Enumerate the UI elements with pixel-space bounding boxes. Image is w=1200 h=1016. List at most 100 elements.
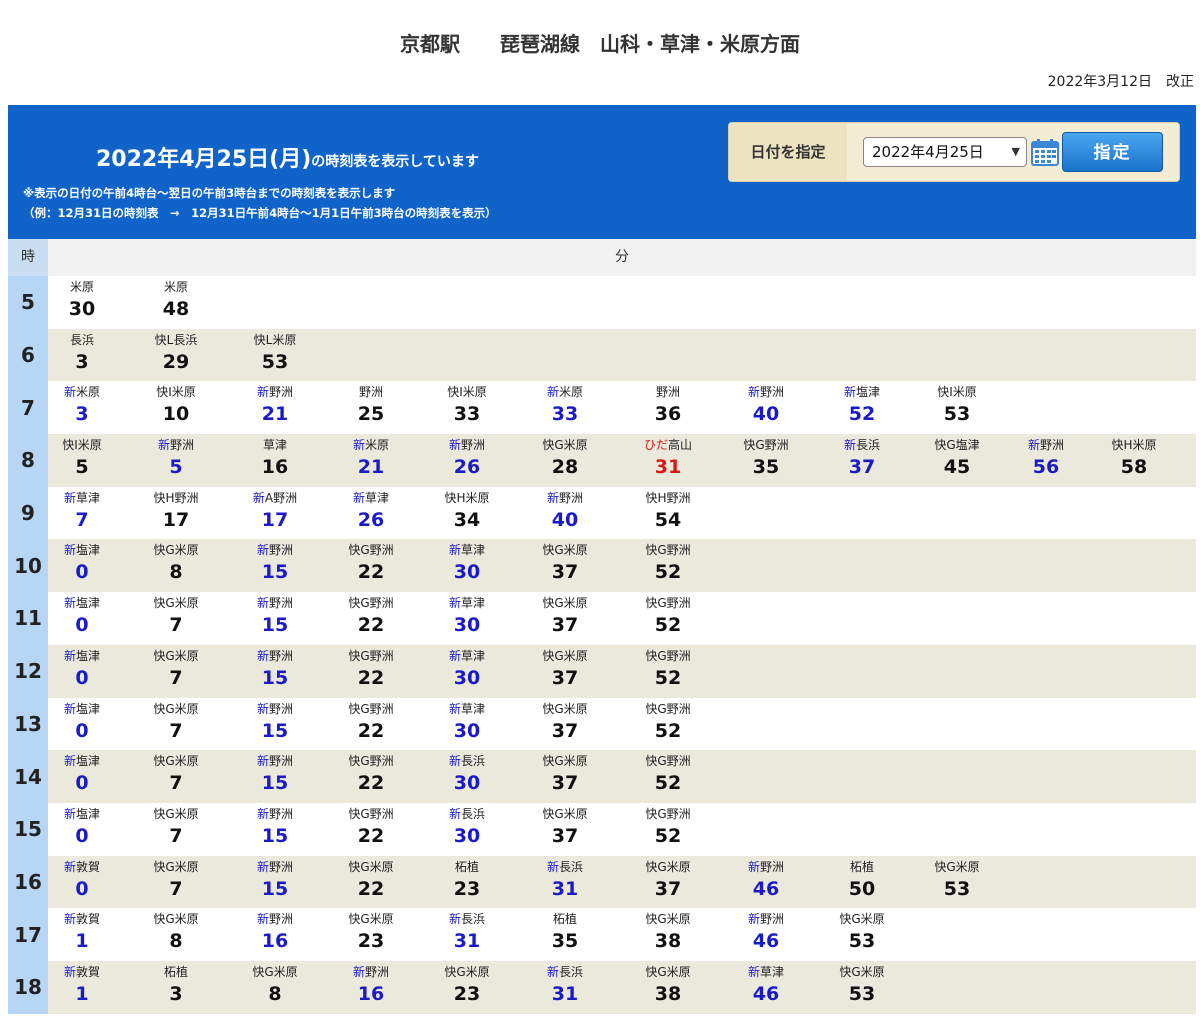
table-row: 16 新敦賀 0 快G米原 7 新野洲 15 快G米原 22 柘植 23 新長浜 31 快G米原 37 新野洲… — [8, 855, 1196, 909]
train-type-prefix: 新 — [448, 596, 461, 611]
train-destination-name: 快G米原 — [153, 543, 199, 558]
train-entry: 快L米原 53 — [227, 332, 323, 375]
date-picker-panel: 日付を指定 2022年4月25日 ▼ 指定 — [728, 122, 1180, 182]
train-entry: 柘植 50 — [814, 859, 910, 902]
timetable: 時 分 5 米原 30 米原 48 6 長浜 3 快L長浜 29 快L米原 53 7 新米原 3 快I米原 10… — [8, 239, 1196, 1014]
train-type-prefix: 新 — [256, 385, 269, 400]
train-entry: 快G米原 8 — [128, 542, 224, 585]
train-destination: 快G米原 — [128, 806, 224, 823]
train-destination: 快L長浜 — [128, 332, 224, 349]
departure-minute: 7 — [169, 614, 183, 637]
train-type-prefix: 新 — [546, 385, 559, 400]
departure-minute: 16 — [261, 456, 289, 479]
train-destination: 快G野洲 — [620, 701, 716, 718]
departure-minute: 33 — [551, 403, 579, 426]
departure-minute: 22 — [357, 877, 385, 900]
train-entry: 快I米原 5 — [34, 437, 130, 480]
departure-minute: 5 — [75, 456, 89, 479]
train-destination-name: 野洲 — [269, 859, 294, 874]
train-entry: 快G野洲 52 — [620, 806, 716, 849]
train-destination-name: 野洲 — [760, 385, 785, 400]
train-type-prefix: 新 — [63, 806, 76, 821]
train-destination-name: 米原 — [365, 438, 390, 453]
train-destination-name: 快G塩津 — [934, 438, 980, 453]
train-destination: 快H米原 — [1086, 437, 1182, 454]
train-entry: 草津 16 — [227, 437, 323, 480]
train-entry: 快G米原 38 — [620, 964, 716, 1007]
timetable-body: 5 米原 30 米原 48 6 長浜 3 快L長浜 29 快L米原 53 7 新米原 3 快I米原 10 新野洲 2… — [8, 276, 1196, 1014]
train-destination-name: 塩津 — [856, 385, 881, 400]
train-entry: 新野洲 15 — [227, 542, 323, 585]
train-destination-name: 柘植 — [849, 859, 874, 874]
calendar-icon[interactable] — [1031, 138, 1059, 166]
departure-minute: 7 — [75, 508, 89, 531]
train-destination-name: 野洲 — [461, 438, 486, 453]
train-destination: 快H野洲 — [128, 490, 224, 507]
departure-minute: 0 — [75, 666, 89, 689]
train-destination-name: 快H野洲 — [645, 490, 691, 505]
departure-minute: 8 — [268, 982, 282, 1005]
train-destination: 快G野洲 — [323, 753, 419, 770]
table-row: 10 新塩津 0 快G米原 8 新野洲 15 快G野洲 22 新草津 30 快G米原 37 快G野洲 52 — [8, 539, 1196, 593]
train-destination: 快G米原 — [814, 964, 910, 981]
train-destination: 快G野洲 — [620, 806, 716, 823]
train-destination: 快G米原 — [620, 964, 716, 981]
train-destination: 快H野洲 — [620, 490, 716, 507]
train-destination-name: 塩津 — [76, 701, 101, 716]
train-type-prefix: 新 — [63, 385, 76, 400]
train-destination: 快G米原 — [128, 753, 224, 770]
train-entry: 新塩津 0 — [34, 806, 130, 849]
train-destination-name: 快G米原 — [153, 806, 199, 821]
train-destination-name: 草津 — [461, 596, 486, 611]
train-destination-name: 野洲 — [269, 385, 294, 400]
departure-minute: 0 — [75, 824, 89, 847]
train-destination: 快G米原 — [517, 542, 613, 559]
departure-minute: 34 — [453, 508, 481, 531]
train-entry: ひだ高山 31 — [620, 437, 716, 480]
train-destination-name: 米原 — [76, 385, 101, 400]
train-destination: 快G米原 — [128, 911, 224, 928]
train-destination: 野洲 — [323, 384, 419, 401]
train-destination: 新野洲 — [227, 595, 323, 612]
train-destination-name: 敦賀 — [76, 859, 101, 874]
train-type-prefix: 新 — [256, 912, 269, 927]
train-entry: 新敦賀 1 — [34, 964, 130, 1007]
train-type-prefix: 新 — [63, 490, 76, 505]
train-destination-name: 野洲 — [365, 964, 390, 979]
train-destination-name: 野洲 — [1040, 438, 1065, 453]
train-destination-name: 野洲 — [269, 596, 294, 611]
train-destination: 快G野洲 — [323, 701, 419, 718]
train-destination-name: 快H野洲 — [153, 490, 199, 505]
departure-minute: 53 — [848, 930, 876, 953]
train-entry: 新長浜 37 — [814, 437, 910, 480]
train-entry: 快G米原 37 — [620, 859, 716, 902]
train-destination-name: 快G米原 — [153, 859, 199, 874]
train-destination: 快G野洲 — [323, 648, 419, 665]
train-type-prefix: 新 — [352, 490, 365, 505]
departure-minute: 52 — [654, 719, 682, 742]
departure-minute: 15 — [261, 614, 289, 637]
table-row: 12 新塩津 0 快G米原 7 新野洲 15 快G野洲 22 新草津 30 快G米原 37 快G野洲 52 — [8, 644, 1196, 698]
train-destination: 新野洲 — [718, 859, 814, 876]
train-destination: 新草津 — [419, 701, 515, 718]
train-entry: 新野洲 15 — [227, 806, 323, 849]
train-destination: 新野洲 — [227, 753, 323, 770]
departure-minute: 30 — [453, 666, 481, 689]
train-destination-name: 野洲 — [170, 438, 195, 453]
train-destination-name: 柘植 — [454, 859, 479, 874]
train-entry: 新米原 21 — [323, 437, 419, 480]
departure-minute: 16 — [261, 930, 289, 953]
submit-date-button[interactable]: 指定 — [1062, 132, 1163, 172]
train-entry: 快G米原 28 — [517, 437, 613, 480]
train-destination-name: 快G野洲 — [348, 543, 394, 558]
revision-date: 2022年3月12日 改正 — [1047, 74, 1194, 90]
departure-minute: 15 — [261, 877, 289, 900]
table-row: 6 長浜 3 快L長浜 29 快L米原 53 — [8, 328, 1196, 382]
departure-minute: 52 — [654, 666, 682, 689]
train-destination-name: 快G野洲 — [645, 806, 691, 821]
train-destination: 快G米原 — [323, 911, 419, 928]
date-select[interactable]: 2022年4月25日 ▼ — [863, 137, 1027, 167]
displayed-date-suffix: の時刻表を表示しています — [311, 154, 479, 170]
departure-minute: 15 — [261, 824, 289, 847]
train-entry: 快G米原 53 — [909, 859, 1005, 902]
